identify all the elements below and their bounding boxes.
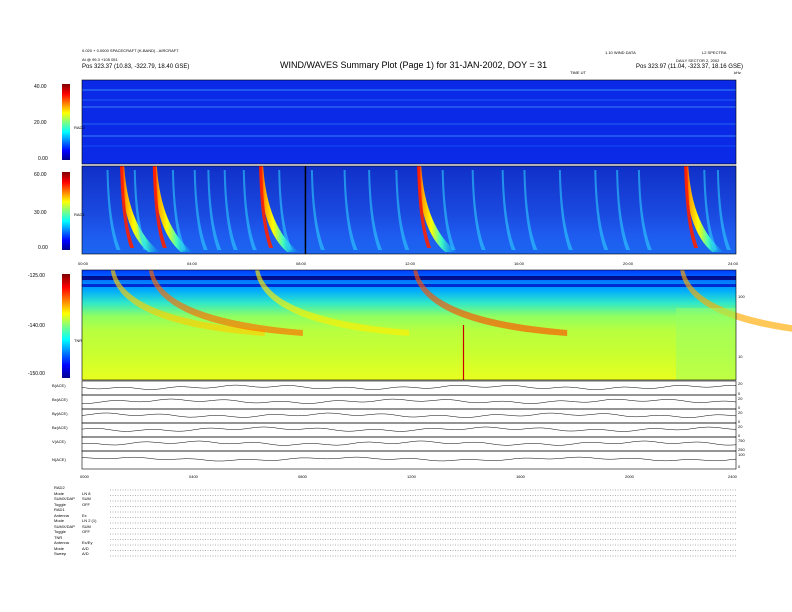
footer-row: Mode LN 8 [54, 491, 90, 496]
footer-row-value: LN 2 (1) [82, 518, 97, 523]
mfi-xtick-5: 2000 [625, 474, 634, 479]
rad2-ytick-bottom: 0.00 [38, 156, 48, 162]
mfi-panels [81, 380, 737, 470]
footer-row: Antenna Ex/Ey [54, 540, 92, 545]
footer-row: RAD1 [54, 507, 82, 512]
footer-row-label: RAD1 [54, 507, 65, 512]
tnr-late-block [676, 308, 736, 380]
mfi-series-line [82, 456, 737, 462]
footer-row-label: Toggle [54, 529, 66, 534]
rad-xtick-6: 24:00 [728, 261, 739, 266]
mfi-panel-frame [81, 436, 737, 452]
rad1-ytick-mid: 30.00 [34, 210, 47, 216]
footer-row-label: Sweep [54, 551, 67, 556]
mfi-b-rtick-top: 20 [738, 381, 743, 386]
rad2-ylabel: RAD2 [74, 125, 85, 130]
rad2-colorbar [62, 84, 70, 160]
footer-row-label: Mode [54, 518, 65, 523]
footer-row: Mode A/D [54, 546, 89, 551]
footer-row: SUMX/DAP SUM [54, 496, 91, 501]
footer-row: Mode LN 2 (1) [54, 518, 96, 523]
footer-row-label: RAD2 [54, 485, 65, 490]
mfi-label-b: B(ACE) [52, 383, 66, 388]
rad-xtick-1: 04:00 [187, 261, 198, 266]
mfi-series-line [81, 426, 737, 432]
tnr-ytick-top: -125.00 [28, 273, 45, 279]
mfi-panel-frame [81, 450, 737, 470]
footer-row-label: Toggle [54, 501, 66, 507]
rad1-ytick-bottom: 0.00 [38, 245, 48, 251]
mfi-xtick-6: 2400 [728, 474, 737, 479]
tnr-colorbar [62, 274, 70, 378]
footer-row-label: TNR [54, 534, 63, 540]
footer-lines [110, 489, 736, 557]
mfi-bx-rtick-top: 20 [738, 396, 743, 401]
footer-row-label: Antenna [54, 540, 69, 545]
footer-row-value: Ex/Ey [82, 540, 93, 545]
rad-xtick-2: 08:00 [296, 261, 307, 266]
mfi-panel-frame [81, 408, 737, 424]
mfi-xtick-4: 1600 [516, 474, 525, 479]
mfi-xtick-0: 0000 [80, 474, 89, 479]
rad2-ytick-mid: 20.00 [34, 120, 47, 126]
tnr-ytick-bottom: -150.00 [28, 371, 45, 377]
summary-plot [62, 79, 792, 557]
mfi-label-v: V(ACE) [52, 439, 66, 444]
mfi-label-by: By(ACE) [52, 411, 68, 416]
footer-row-value: SUM [82, 523, 91, 529]
footer-row: Antenna Ex [54, 513, 87, 518]
footer-row-label: Antenna [54, 512, 69, 518]
footer-row-label: SUMX/DAP [54, 496, 75, 501]
mfi-panel-frame [81, 394, 737, 410]
footer-row-label: SUMX/DAP [54, 523, 75, 529]
footer-row-value: A/D [82, 551, 89, 556]
rad-xtick-3: 12:00 [405, 261, 416, 266]
rad-xtick-4: 16:00 [514, 261, 525, 266]
tnr-ytick-mid: -140.00 [28, 323, 45, 329]
footer-row-value: Ex [82, 512, 87, 518]
rad1-colorbar [62, 172, 70, 250]
mfi-xtick-2: 0800 [298, 474, 307, 479]
rad2-panel [82, 80, 736, 164]
rad-xtick-5: 20:00 [623, 261, 634, 266]
footer-row-value: OFF [82, 501, 90, 507]
mfi-series-line [81, 412, 737, 418]
tnr-right-tick-100: 100 [738, 294, 745, 299]
mfi-series-line [81, 440, 737, 446]
footer-row-value: A/D [82, 545, 89, 551]
footer-row: SUMX/DAP SUM [54, 524, 91, 529]
mfi-series-line [81, 384, 736, 390]
footer-row: Toggle OFF [54, 502, 90, 507]
footer-row-value: OFF [82, 529, 90, 534]
mfi-series-line [81, 398, 737, 404]
mfi-v-rtick-top: 750 [738, 438, 745, 443]
footer-row-label: Mode [54, 545, 65, 551]
mfi-label-n: N(ACE) [52, 457, 66, 462]
footer-row-value: LN 8 [82, 490, 91, 496]
footer-row-value: SUM [82, 496, 91, 501]
footer-row-label: Mode [54, 490, 65, 496]
rad-xtick-0: 00:00 [78, 261, 89, 266]
rad2-ytick-top: 40.00 [34, 84, 47, 90]
mfi-bz-rtick-top: 20 [738, 424, 743, 429]
mfi-by-rtick-top: 20 [738, 410, 743, 415]
rad1-ytick-top: 60.00 [34, 172, 47, 178]
mfi-label-bx: Bx(ACE) [52, 397, 68, 402]
mfi-n-rtick-top: 100 [738, 452, 745, 457]
tnr-ylabel: TNR [74, 338, 83, 343]
footer-row: RAD2 [54, 485, 82, 490]
footer-row: Sweep A/D [54, 551, 89, 556]
mfi-label-bz: Bz(ACE) [52, 425, 68, 430]
mfi-xtick-3: 1200 [407, 474, 416, 479]
tnr-right-tick-10: 10 [738, 354, 743, 359]
footer-row: Toggle OFF [54, 529, 90, 534]
footer-row: TNR [54, 535, 82, 540]
mfi-n-rtick-bot: 0 [738, 464, 741, 469]
rad1-ylabel: RAD1 [74, 212, 85, 217]
mfi-xtick-1: 0400 [189, 474, 198, 479]
